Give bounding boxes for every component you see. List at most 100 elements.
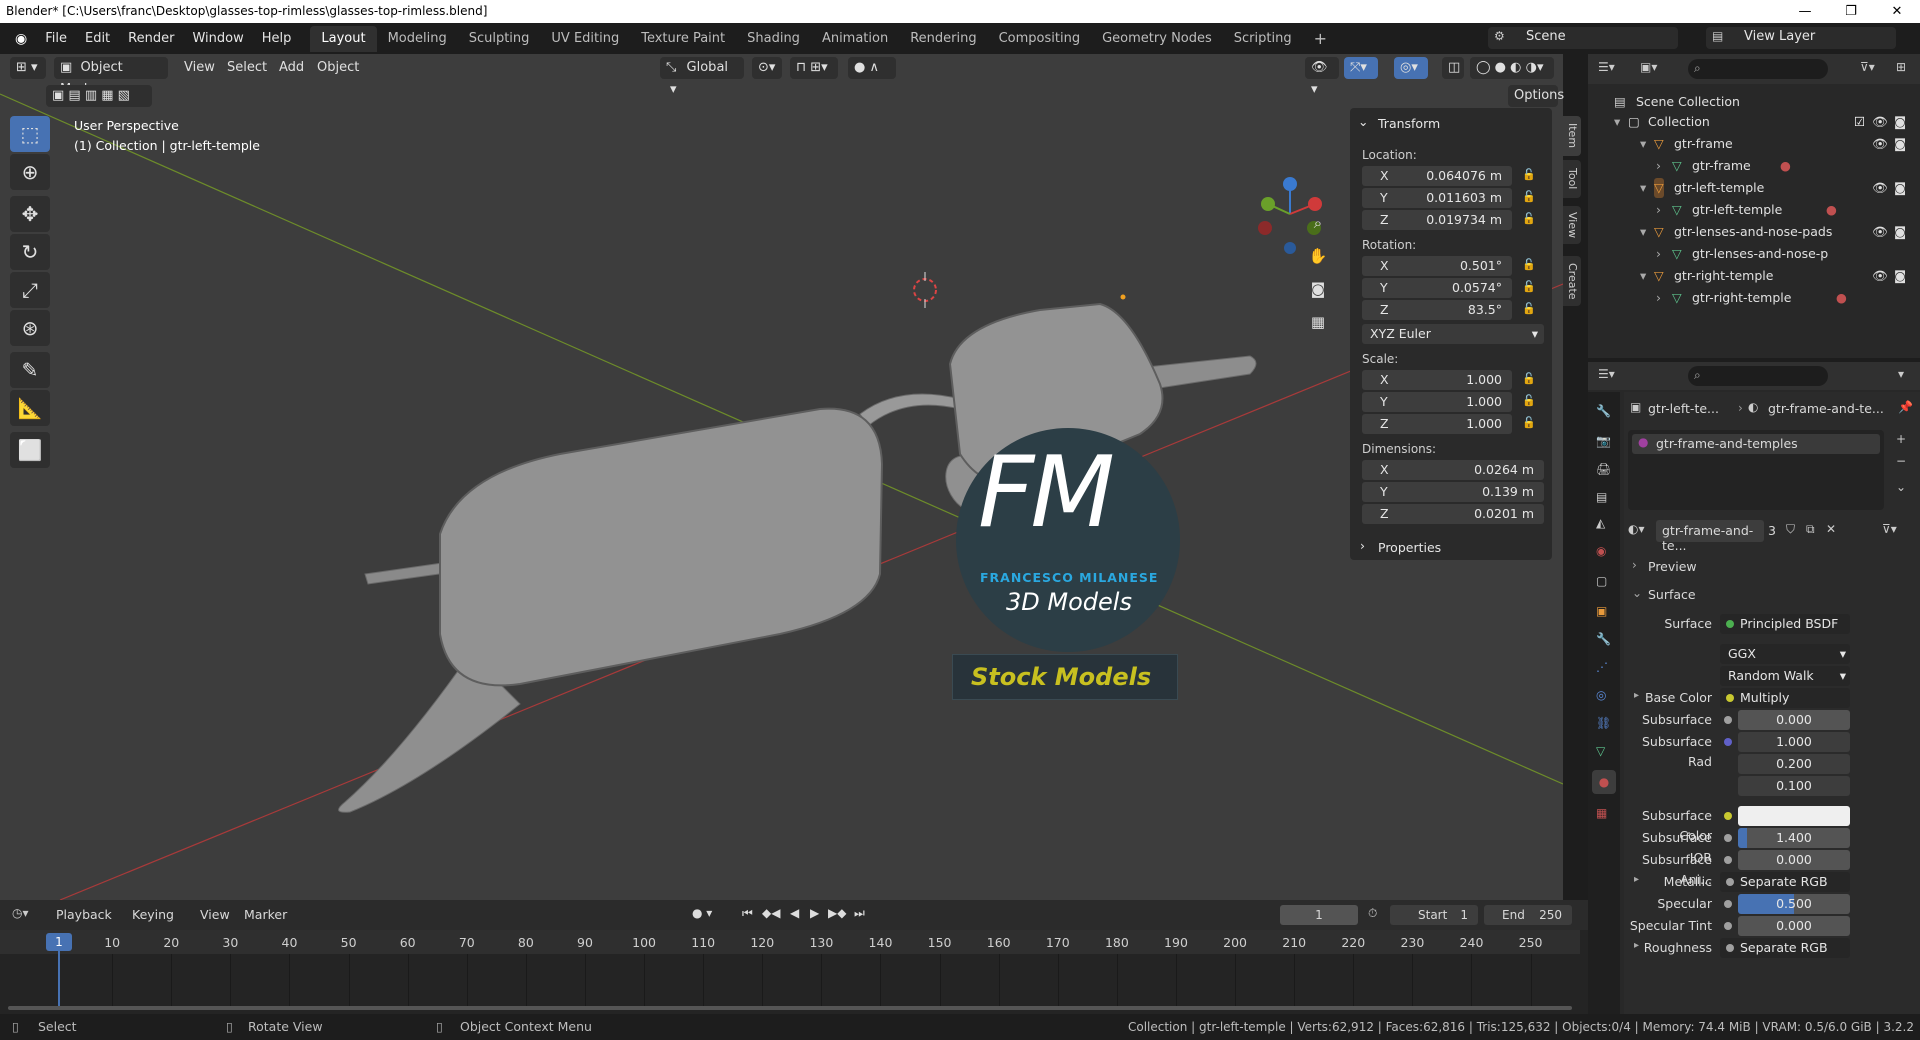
location-x-field[interactable]: X 0.064076 m (1362, 166, 1512, 186)
play-icon[interactable]: ▶ (810, 906, 819, 920)
lock-icon[interactable]: 🔓 (1522, 416, 1536, 429)
outliner-editor-type-icon[interactable]: ☰▾ (1598, 60, 1615, 74)
rotate-tool[interactable]: ↻ (10, 234, 50, 270)
viewport-scene[interactable] (0, 54, 1563, 900)
eye-icon[interactable]: 👁 (1872, 222, 1888, 242)
menu-select[interactable]: Select (227, 57, 267, 79)
lock-icon[interactable]: 🔓 (1522, 190, 1536, 203)
object-tab-icon[interactable]: ▣ (1596, 604, 1607, 618)
outliner-row-gtr-frame[interactable]: ▾ ▽ gtr-frame 👁 ◙ (1588, 134, 1920, 154)
scale-tool[interactable]: ⤢ (10, 272, 50, 308)
lock-icon[interactable]: 🔓 (1522, 212, 1536, 225)
lock-icon[interactable]: 🔓 (1522, 280, 1536, 293)
rotation-z-field[interactable]: Z 83.5° (1362, 300, 1512, 320)
physics-tab-icon[interactable]: ◎ (1596, 688, 1606, 702)
subsurface-method-select[interactable]: Random Walk ▾ (1720, 666, 1850, 686)
outliner-row-gtr-frame-mesh[interactable]: › ▽ gtr-frame ● (1588, 156, 1920, 176)
minimize-button[interactable]: — (1782, 0, 1828, 23)
close-button[interactable]: ✕ (1874, 0, 1920, 23)
add-cube-tool[interactable]: ⬜ (10, 432, 50, 468)
gizmo-z-axis[interactable] (1283, 177, 1297, 191)
end-frame-field[interactable]: End 250 (1484, 905, 1572, 925)
tool-tab-icon[interactable]: 🔧 (1596, 404, 1611, 418)
expand-arrow-icon[interactable]: › (1656, 288, 1661, 308)
chevron-down-icon[interactable]: ▾ (1898, 367, 1904, 381)
tab-shading[interactable]: Shading (736, 26, 811, 52)
expand-arrow-icon[interactable]: ▾ (1640, 222, 1646, 242)
next-keyframe-icon[interactable]: ▶◆ (828, 906, 846, 920)
subsurface-color-swatch[interactable] (1738, 806, 1850, 826)
scale-x-field[interactable]: X 1.000 (1362, 370, 1512, 390)
eye-icon[interactable]: 👁 (1872, 134, 1888, 154)
lock-icon[interactable]: 🔓 (1522, 394, 1536, 407)
new-collection-icon[interactable]: ⊞ (1896, 60, 1906, 74)
outliner-row-gtr-right-temple-mesh[interactable]: › ▽ gtr-right-temple ● (1588, 288, 1920, 308)
tab-compositing[interactable]: Compositing (988, 26, 1092, 52)
scene-tab-icon[interactable]: ◭ (1596, 516, 1605, 530)
outliner-row-gtr-left-temple[interactable]: ▾ ▽ gtr-left-temple 👁 ◙ (1588, 178, 1920, 198)
material-name-field[interactable]: gtr-frame-and-te... (1656, 520, 1764, 553)
prev-keyframe-icon[interactable]: ◆◀ (762, 906, 780, 920)
base-color-field[interactable]: Multiply (1720, 688, 1850, 708)
subsurface-radius-z-field[interactable]: 0.100 (1738, 776, 1850, 796)
tab-layout[interactable]: Layout (310, 25, 377, 52)
transform-panel-title[interactable]: Transform (1378, 116, 1440, 131)
location-z-field[interactable]: Z 0.019734 m (1362, 210, 1512, 230)
timeline-editor-type-icon[interactable]: ◷▾ (12, 906, 29, 920)
side-tab-view[interactable]: View (1563, 206, 1581, 244)
tab-sculpting[interactable]: Sculpting (458, 26, 541, 52)
record-icon[interactable]: ● ▾ (692, 906, 712, 920)
subsurface-radius-y-field[interactable]: 0.200 (1738, 754, 1850, 774)
gizmo-neg-x[interactable] (1258, 221, 1272, 235)
collapsed-arrow-icon[interactable]: ▸ (1634, 690, 1639, 701)
dimensions-z-field[interactable]: Z 0.0201 m (1362, 504, 1544, 524)
expand-arrow-icon[interactable]: ▾ (1640, 266, 1646, 286)
side-tab-tool[interactable]: Tool (1563, 160, 1581, 198)
outliner-row-gtr-left-temple-mesh[interactable]: › ▽ gtr-left-temple ● (1588, 200, 1920, 220)
view-layer-tab-icon[interactable]: ▤ (1596, 490, 1607, 504)
properties-panel-chevron-icon[interactable]: › (1360, 538, 1365, 553)
node-link-icon[interactable]: ⊽▾ (1882, 522, 1897, 536)
play-reverse-icon[interactable]: ◀ (790, 906, 799, 920)
visibility-selector[interactable]: 👁▾ (1305, 57, 1339, 97)
properties-editor-type-icon[interactable]: ☰▾ (1598, 367, 1615, 381)
playback-menu[interactable]: Playback (56, 907, 112, 922)
move-tool[interactable]: ✥ (10, 196, 50, 232)
rotation-x-field[interactable]: X 0.501° (1362, 256, 1512, 276)
fake-user-icon[interactable]: ⛉ (1786, 522, 1795, 537)
particles-tab-icon[interactable]: ⋰ (1596, 660, 1608, 674)
menu-view[interactable]: View (184, 57, 215, 79)
selection-mode-buttons[interactable]: ▣ ▤ ▥ ▦ ▧ (46, 85, 152, 107)
dimensions-y-field[interactable]: Y 0.139 m (1362, 482, 1544, 502)
tab-uv-editing[interactable]: UV Editing (540, 26, 630, 52)
timeline-scrollbar[interactable] (8, 1006, 1572, 1010)
overlay-toggle[interactable]: ◎▾ (1394, 57, 1428, 79)
specular-field[interactable]: 0.500 (1738, 894, 1850, 914)
options-button[interactable]: Options (1508, 85, 1564, 107)
scale-y-field[interactable]: Y 1.000 (1362, 392, 1512, 412)
pin-icon[interactable]: 📌 (1898, 400, 1913, 414)
timeline-editor[interactable]: ◷▾ Playback Keying View Marker ● ▾ ⏮ ◆◀ … (0, 900, 1588, 1014)
lock-icon[interactable]: 🔓 (1522, 302, 1536, 315)
rotation-y-field[interactable]: Y 0.0574° (1362, 278, 1512, 298)
scale-z-field[interactable]: Z 1.000 (1362, 414, 1512, 434)
maximize-button[interactable]: ❐ (1828, 0, 1874, 23)
rotation-mode-select[interactable]: XYZ Euler ▾ (1362, 324, 1544, 344)
data-tab-icon[interactable]: ▽ (1596, 744, 1605, 758)
material-slot-list[interactable]: ● gtr-frame-and-temples (1628, 430, 1884, 510)
material-slot-item[interactable]: ● gtr-frame-and-temples (1632, 434, 1880, 454)
slot-menu-button[interactable]: ⌄ (1896, 480, 1906, 494)
menu-edit[interactable]: Edit (76, 31, 119, 46)
outliner-row-scene-collection[interactable]: ▤ Scene Collection (1588, 92, 1920, 112)
outliner-row-gtr-right-temple[interactable]: ▾ ▽ gtr-right-temple 👁 ◙ (1588, 266, 1920, 286)
camera-icon[interactable]: ◙ (1894, 134, 1906, 154)
eye-icon[interactable]: 👁 (1872, 112, 1888, 132)
checkbox-icon[interactable]: ☑ (1854, 112, 1865, 132)
material-tab-icon[interactable]: ● (1592, 770, 1616, 794)
constraints-tab-icon[interactable]: ⛓ (1596, 716, 1611, 730)
editor-type-button[interactable]: ⊞ ▾ (10, 57, 46, 79)
keying-menu[interactable]: Keying (132, 907, 174, 922)
subsurface-field[interactable]: 0.000 (1738, 710, 1850, 730)
gizmo-x-axis[interactable] (1308, 197, 1322, 211)
side-tab-item[interactable]: Item (1563, 116, 1581, 156)
